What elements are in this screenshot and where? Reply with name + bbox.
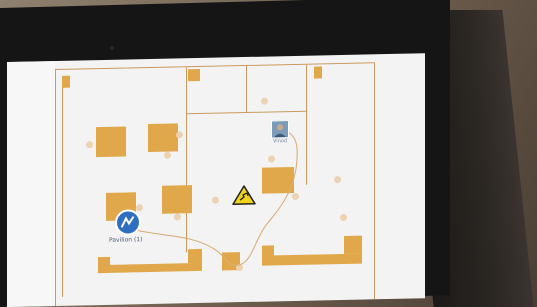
tablet-screen: Pavilion (1) Vinod: [7, 53, 425, 307]
user-label: Vinod: [273, 138, 288, 145]
marker-label: Pavilion (1): [109, 236, 143, 244]
camera-icon: [110, 46, 114, 50]
user-avatar-icon[interactable]: [271, 120, 289, 139]
route-path: [124, 129, 298, 266]
warning-triangle-icon[interactable]: [232, 185, 256, 206]
